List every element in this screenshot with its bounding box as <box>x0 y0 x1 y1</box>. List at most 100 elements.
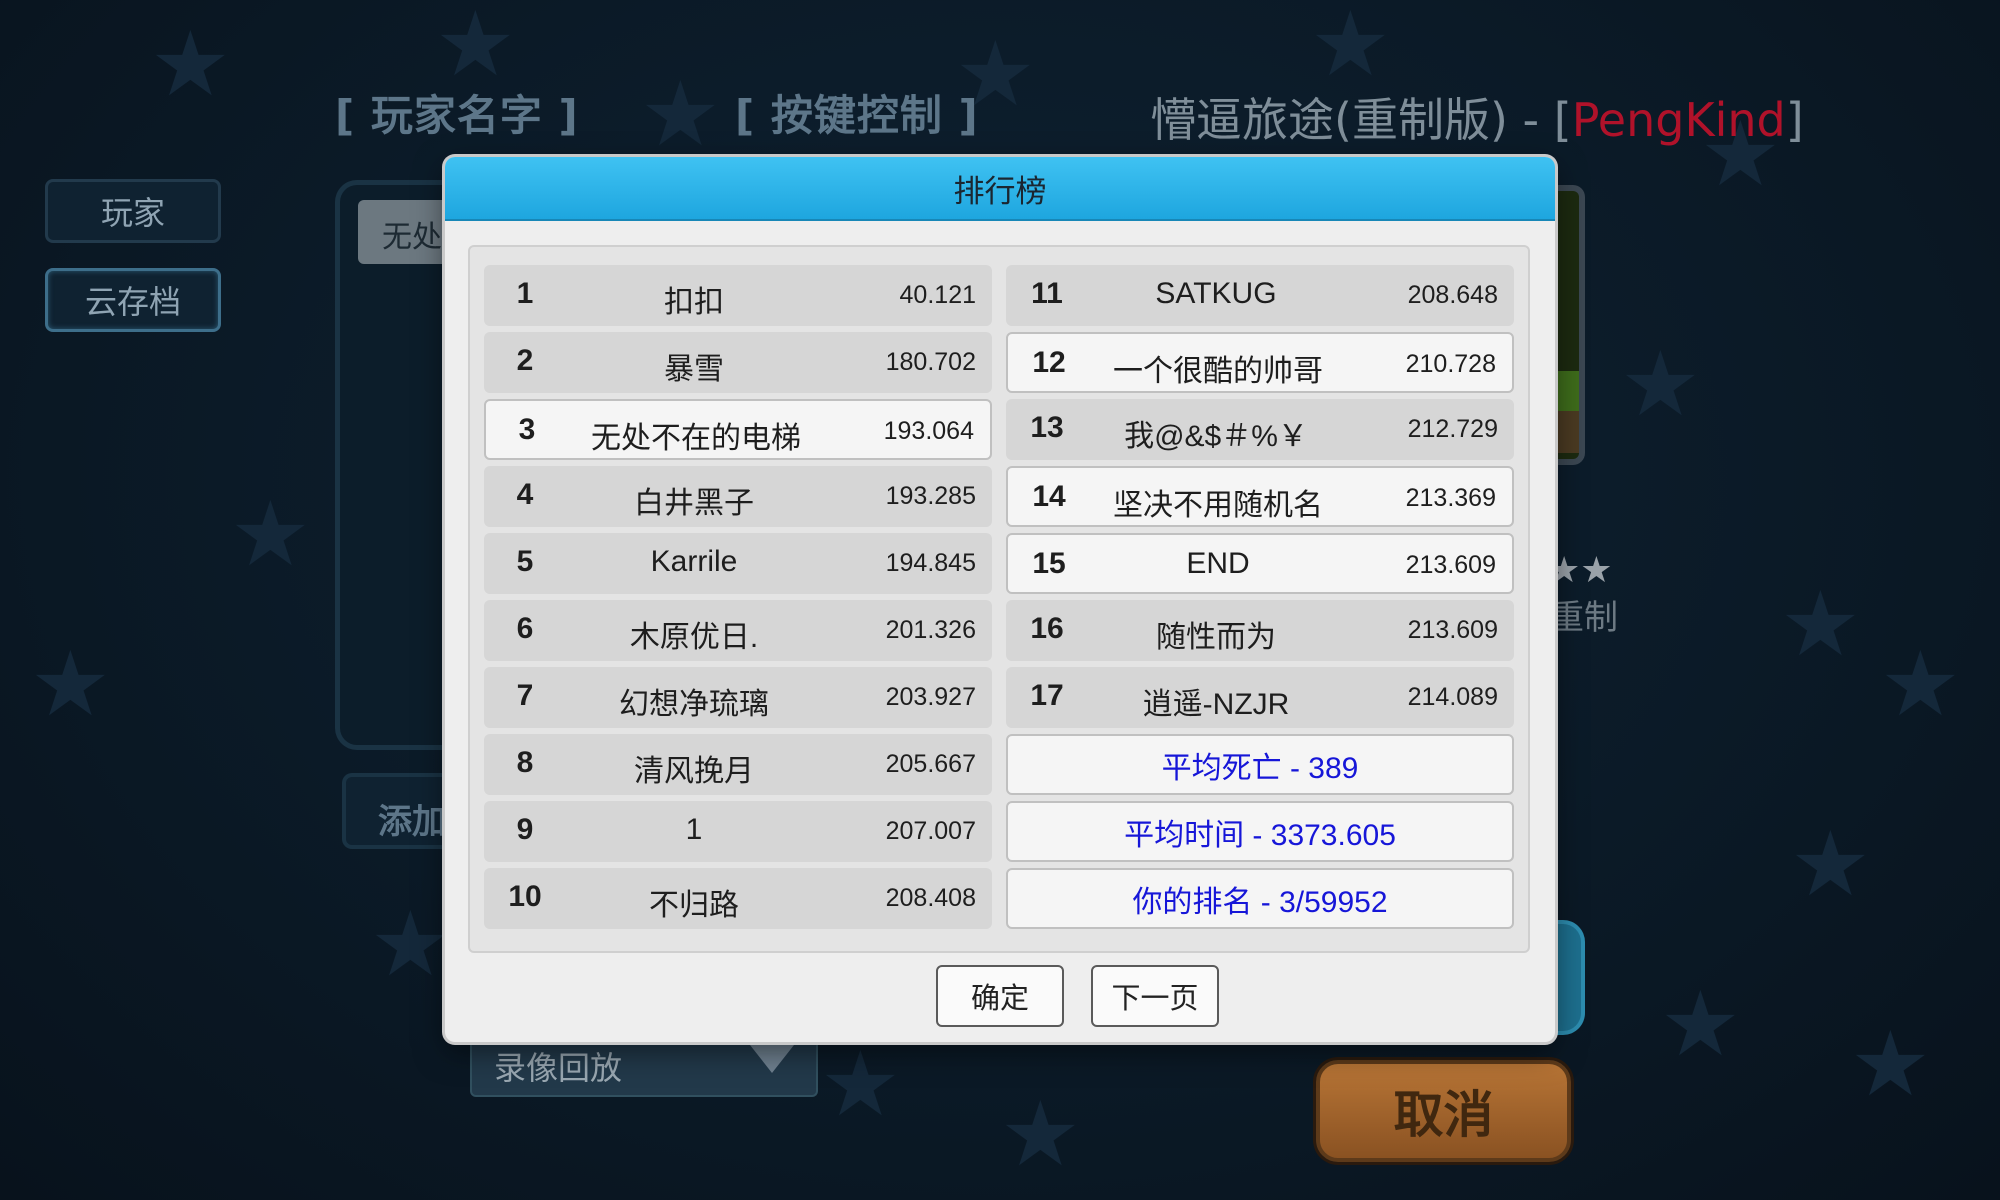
rank-number: 6 <box>516 612 534 645</box>
player-time: 208.408 <box>885 884 976 912</box>
player-time: 212.729 <box>1407 415 1498 443</box>
rank-number: 7 <box>516 679 534 712</box>
background-star: ★ <box>230 482 311 587</box>
rating-stars: ★★ <box>1548 550 1613 591</box>
rank-number: 17 <box>1030 679 1064 712</box>
background-star: ★ <box>1310 0 1391 97</box>
background-star: ★ <box>1000 1082 1081 1187</box>
tab-player-name[interactable]: [ 玩家名字 ] <box>335 82 579 143</box>
player-time: 201.326 <box>885 616 976 644</box>
player-list-item[interactable]: 无处 <box>358 200 448 264</box>
leaderboard-row: 16 随性而为 213.609 <box>1006 600 1514 661</box>
average-deaths-stat: 平均死亡 - 389 <box>1006 734 1514 795</box>
background-star: ★ <box>30 632 111 737</box>
rank-number: 14 <box>1032 480 1066 513</box>
start-button-edge[interactable] <box>1553 920 1585 1035</box>
leaderboard-row: 10 不归路 208.408 <box>484 868 992 929</box>
rank-number: 5 <box>516 545 534 578</box>
add-player-button[interactable]: 添加 <box>342 773 452 849</box>
background-star: ★ <box>1880 632 1961 737</box>
leaderboard-title: 排行榜 <box>445 157 1555 221</box>
rank-number: 16 <box>1030 612 1064 645</box>
player-name: 白井黑子 <box>634 487 754 520</box>
leaderboard-row: 4 白井黑子 193.285 <box>484 466 992 527</box>
player-name: 扣扣 <box>664 286 724 319</box>
player-time: 203.927 <box>885 683 976 711</box>
leaderboard-dialog: 排行榜 1 扣扣 40.121 2 暴雪 180.702 3 无处不在的电梯 1… <box>445 157 1555 1042</box>
player-time: 207.007 <box>885 817 976 845</box>
replay-select[interactable]: 录像回放 <box>470 1035 818 1097</box>
next-page-button[interactable]: 下一页 <box>1091 965 1219 1027</box>
player-time: 213.609 <box>1405 551 1496 579</box>
leaderboard-row: 2 暴雪 180.702 <box>484 332 992 393</box>
rank-number: 3 <box>518 413 536 446</box>
player-time: 214.089 <box>1407 683 1498 711</box>
leaderboard-row: 11 SATKUG 208.648 <box>1006 265 1514 326</box>
player-name: 木原优日. <box>629 621 759 654</box>
background-star: ★ <box>370 892 451 997</box>
player-name: 随性而为 <box>1156 621 1276 654</box>
player-time: 210.728 <box>1405 350 1496 378</box>
leaderboard-row: 14 坚决不用随机名 213.369 <box>1006 466 1514 527</box>
player-name: 1 <box>685 813 703 846</box>
rank-number: 1 <box>516 277 534 310</box>
sidebar-button-player[interactable]: 玩家 <box>45 179 221 243</box>
player-name: 一个很酷的帅哥 <box>1113 355 1323 388</box>
player-name: 无处不在的电梯 <box>591 422 801 455</box>
player-time: 205.667 <box>885 750 976 778</box>
background-star: ★ <box>150 12 231 117</box>
rank-number: 4 <box>516 478 534 511</box>
rank-number: 10 <box>508 880 542 913</box>
game-title-prefix: 懵逼旅途(重制版) - [ <box>1150 93 1572 147</box>
leaderboard-row: 5 Karrile 194.845 <box>484 533 992 594</box>
leaderboard-row: 9 1 207.007 <box>484 801 992 862</box>
leaderboard-row: 15 END 213.609 <box>1006 533 1514 594</box>
leaderboard-table: 1 扣扣 40.121 2 暴雪 180.702 3 无处不在的电梯 193.0… <box>468 245 1530 953</box>
player-name: 暴雪 <box>664 353 724 386</box>
dropdown-arrow-icon <box>750 1045 794 1073</box>
confirm-button[interactable]: 确定 <box>936 965 1064 1027</box>
background-star: ★ <box>1660 972 1741 1077</box>
sidebar-button-cloud-save[interactable]: 云存档 <box>45 268 221 332</box>
player-name: 我@&$＃%￥ <box>1124 420 1308 453</box>
player-name: 坚决不用随机名 <box>1113 489 1323 522</box>
game-title: 懵逼旅途(重制版) - [PengKind] <box>1150 84 1804 150</box>
leaderboard-row: 6 木原优日. 201.326 <box>484 600 992 661</box>
leaderboard-row: 17 逍遥-NZJR 214.089 <box>1006 667 1514 728</box>
rank-number: 8 <box>516 746 534 779</box>
background-star: ★ <box>640 62 721 167</box>
player-time: 208.648 <box>1407 281 1498 309</box>
leaderboard-row: 1 扣扣 40.121 <box>484 265 992 326</box>
cancel-button[interactable]: 取消 <box>1316 1060 1571 1162</box>
player-name: 幻想净琉璃 <box>619 688 769 721</box>
player-time: 40.121 <box>899 281 976 309</box>
rank-number: 2 <box>516 344 534 377</box>
player-time: 213.369 <box>1405 484 1496 512</box>
background-star: ★ <box>1620 332 1701 437</box>
player-time: 193.285 <box>885 482 976 510</box>
rank-number: 9 <box>516 813 534 846</box>
game-title-suffix: ] <box>1785 93 1804 147</box>
background-star: ★ <box>1790 812 1871 917</box>
rank-number: 13 <box>1030 411 1064 444</box>
rank-number: 12 <box>1032 346 1066 379</box>
remade-label: 重制 <box>1550 598 1618 638</box>
background-star: ★ <box>1850 1012 1931 1117</box>
player-time: 180.702 <box>885 348 976 376</box>
your-rank-stat: 你的排名 - 3/59952 <box>1006 868 1514 929</box>
background-star: ★ <box>435 0 516 97</box>
player-time: 194.845 <box>885 549 976 577</box>
player-name: 清风挽月 <box>634 755 754 788</box>
background-star: ★ <box>1780 572 1861 677</box>
player-name: Karrile <box>650 545 738 578</box>
replay-select-value: 录像回放 <box>494 1049 623 1087</box>
background-star: ★ <box>820 1032 901 1137</box>
player-time: 193.064 <box>883 417 974 445</box>
player-name: 不归路 <box>649 889 739 922</box>
leaderboard-row-current-player: 3 无处不在的电梯 193.064 <box>484 399 992 460</box>
tab-key-controls[interactable]: [ 按键控制 ] <box>735 82 979 143</box>
average-time-stat: 平均时间 - 3373.605 <box>1006 801 1514 862</box>
player-name: END <box>1186 547 1250 580</box>
rank-number: 15 <box>1032 547 1066 580</box>
leaderboard-row: 7 幻想净琉璃 203.927 <box>484 667 992 728</box>
